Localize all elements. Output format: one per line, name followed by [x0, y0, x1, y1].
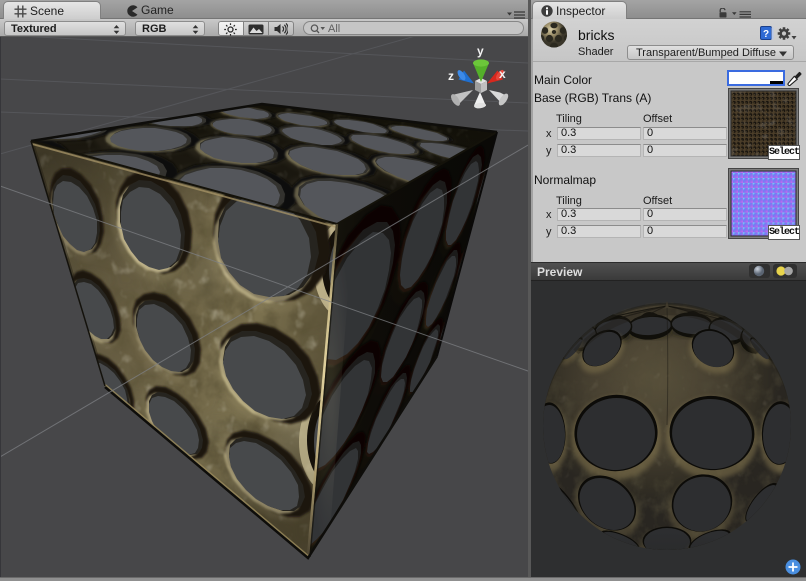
svg-text:x: x — [499, 67, 506, 81]
svg-text:?: ? — [763, 29, 769, 40]
svg-text:y: y — [477, 44, 484, 58]
svg-text:z: z — [448, 69, 454, 83]
